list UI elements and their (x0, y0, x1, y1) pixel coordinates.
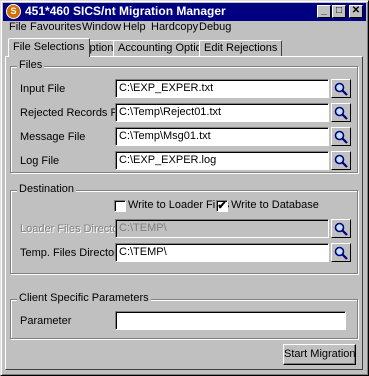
message-file-browse-button[interactable] (331, 127, 351, 146)
magnifier-icon (334, 154, 348, 168)
write-database-label[interactable]: Write to Database (231, 199, 319, 211)
app-icon[interactable]: S (6, 4, 21, 19)
title-bar[interactable]: S 451*460 SICS/nt Migration Manager _ □ … (3, 3, 366, 21)
magnifier-icon (334, 246, 348, 260)
temp-dir-browse-button[interactable] (331, 243, 351, 262)
magnifier-icon (334, 106, 348, 120)
files-group-label: Files (17, 59, 45, 71)
menu-file[interactable]: File (9, 21, 27, 33)
rejected-file-label: Rejected Records File (20, 107, 129, 119)
loader-dir-label: Loader Files Directory (20, 223, 128, 235)
write-database-checkbox[interactable]: ✔ (216, 200, 228, 212)
parameter-label: Parameter (20, 315, 72, 327)
loader-dir-field[interactable]: C:\TEMP\ (115, 219, 329, 238)
temp-dir-label: Temp. Files Directory (20, 247, 124, 259)
menu-help[interactable]: Help (123, 21, 146, 33)
magnifier-icon (334, 130, 348, 144)
tab-edit-rejections[interactable]: Edit Rejections (199, 40, 283, 56)
temp-dir-field[interactable]: C:\TEMP\ (115, 243, 329, 262)
menu-favourites[interactable]: Favourites (30, 21, 81, 33)
window-title: 451*460 SICS/nt Migration Manager (25, 4, 226, 18)
message-file-field[interactable]: C:\Temp\Msg01.txt (115, 127, 329, 146)
message-file-label: Message File (20, 131, 86, 143)
input-file-browse-button[interactable] (331, 79, 351, 98)
client-params-group-label: Client Specific Parameters (17, 292, 151, 304)
loader-dir-browse-button[interactable] (331, 219, 351, 238)
log-file-label: Log File (20, 155, 60, 167)
log-file-browse-button[interactable] (331, 151, 351, 170)
maximize-button[interactable]: □ (332, 5, 346, 18)
tab-file-selections[interactable]: File Selections (8, 38, 90, 57)
write-loader-checkbox[interactable] (114, 200, 126, 212)
menu-bar: File Favourites Window Help Hardcopy Deb… (3, 21, 366, 36)
magnifier-icon (334, 222, 348, 236)
menu-debug[interactable]: Debug (199, 21, 231, 33)
input-file-label: Input File (20, 83, 66, 95)
menu-window[interactable]: Window (82, 21, 121, 33)
minimize-button[interactable]: _ (317, 5, 331, 18)
write-loader-label[interactable]: Write to Loader Files (128, 199, 229, 211)
destination-group-label: Destination (17, 183, 77, 195)
menu-hardcopy[interactable]: Hardcopy (151, 21, 198, 33)
magnifier-icon (334, 82, 348, 96)
rejected-file-field[interactable]: C:\Temp\Reject01.txt (115, 103, 329, 122)
start-migration-button[interactable]: Start Migration (283, 344, 356, 365)
input-file-field[interactable]: C:\EXP_EXPER.txt (115, 79, 329, 98)
parameter-field[interactable] (115, 311, 346, 330)
close-button[interactable]: ✕ (349, 5, 363, 18)
rejected-file-browse-button[interactable] (331, 103, 351, 122)
log-file-field[interactable]: C:\EXP_EXPER.log (115, 151, 329, 170)
